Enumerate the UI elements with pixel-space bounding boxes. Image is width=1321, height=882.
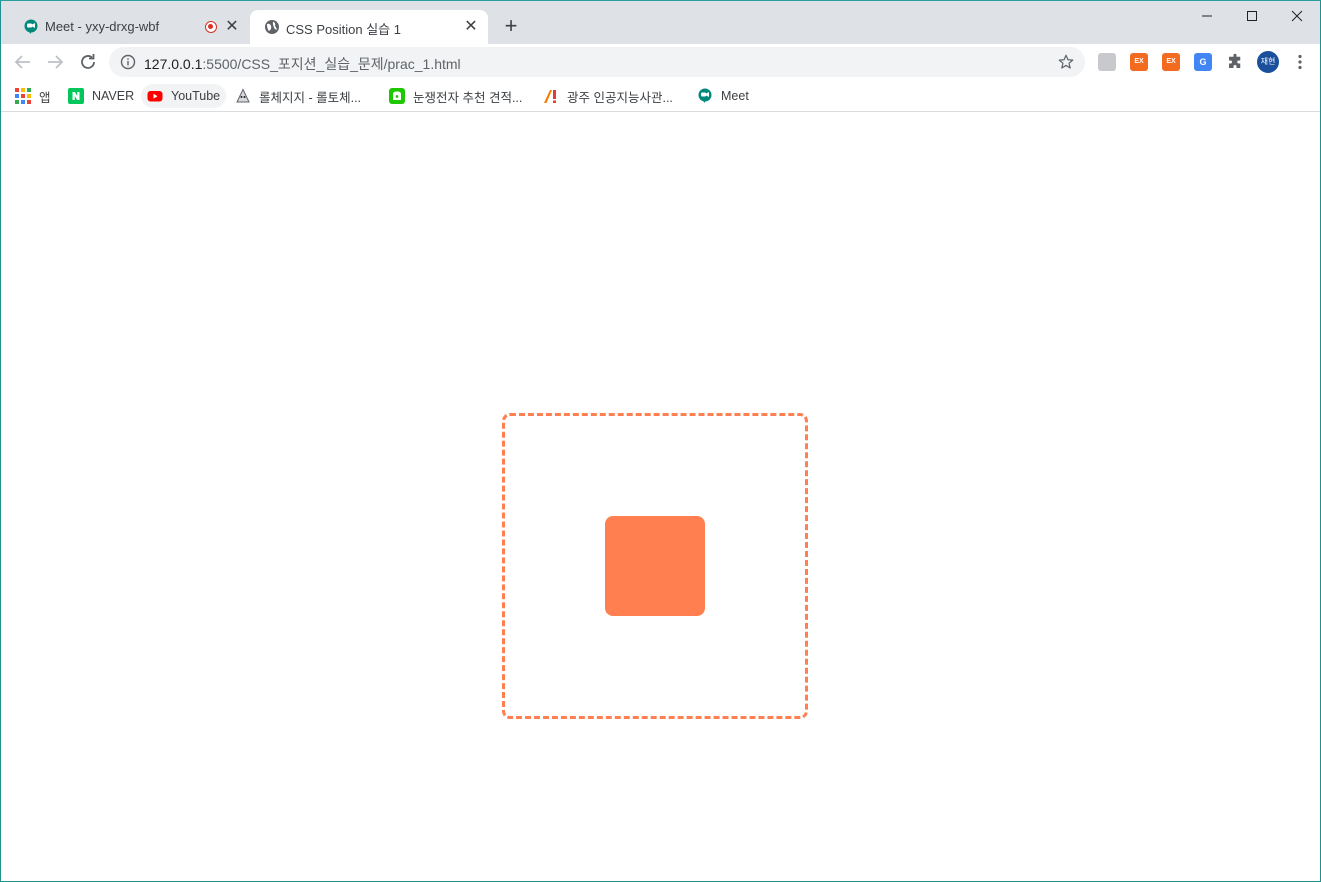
profile-avatar[interactable]: 재현 [1257,51,1279,73]
page-viewport [1,113,1320,881]
minimize-icon[interactable] [1198,6,1218,26]
address-bar[interactable]: 127.0.0.1:5500/CSS_포지션_실습_문제/prac_1.html [109,47,1085,77]
url-host: 127.0.0.1 [144,56,203,72]
url-text: 127.0.0.1:5500/CSS_포지션_실습_문제/prac_1.html [144,54,461,74]
tab-close-button[interactable]: ✕ [462,18,480,36]
outer-dashed-box [502,413,808,719]
translate-extension-icon[interactable]: G [1194,53,1212,71]
bookmarks-bar: 앱 NAVER YouTube 롤체지지 - 롤토체... 눈쟁전자 추천 견적… [1,80,1320,112]
recording-indicator-icon [205,21,217,33]
bookmark-label: YouTube [171,89,221,103]
bookmark-meet[interactable]: Meet [697,84,749,108]
bookmark-lolchess[interactable]: 롤체지지 - 롤토체... [235,84,361,108]
extension-ex-icon[interactable]: EX [1130,53,1148,71]
extension-ex-icon[interactable]: EX [1162,53,1180,71]
forward-arrow-icon[interactable] [43,50,67,74]
bookmark-naver[interactable]: NAVER [68,84,134,108]
bookmark-label: Meet [721,89,749,103]
globe-icon [265,20,279,34]
tab-title: Meet - yxy-drxg-wbf [45,19,160,34]
bookmark-ai-academy[interactable]: 광주 인공지능사관... [543,84,673,108]
back-arrow-icon[interactable] [11,50,35,74]
browser-toolbar: 127.0.0.1:5500/CSS_포지션_실습_문제/prac_1.html… [1,44,1320,80]
tab-css-position[interactable]: CSS Position 실습 1 ✕ [250,10,488,44]
meet-icon [698,88,712,103]
bookmark-label: 앱 [39,90,51,105]
new-tab-button[interactable]: + [500,15,522,37]
site-info-icon[interactable] [120,54,136,70]
meet-icon [24,19,38,34]
bookmark-apps[interactable]: 앱 [15,84,51,108]
tab-close-button[interactable]: ✕ [223,18,241,36]
bookmark-label: 광주 인공지능사관... [567,90,673,105]
bookmark-shop[interactable]: 눈쟁전자 추천 견적... [389,84,522,108]
bookmark-label: 롤체지지 - 롤토체... [259,90,362,105]
ai-academy-icon [544,90,556,103]
lolchess-icon [236,88,250,103]
tab-title: CSS Position 실습 1 [286,22,401,37]
youtube-icon [147,91,163,102]
inner-orange-box [605,516,705,616]
window-close-icon[interactable] [1288,6,1308,26]
tab-strip: Meet - yxy-drxg-wbf ✕ CSS Position 실습 1 … [1,1,1320,44]
extension-profile-icon[interactable] [1098,53,1116,71]
bookmark-youtube[interactable]: YouTube [141,84,227,108]
bookmark-star-icon[interactable] [1057,53,1075,71]
bookmark-label: NAVER [92,89,135,103]
naver-icon [68,88,84,104]
reload-icon[interactable] [76,50,100,74]
apps-grid-icon [15,88,31,104]
more-menu-icon[interactable] [1291,53,1309,71]
extensions-puzzle-icon[interactable] [1226,53,1244,71]
maximize-icon[interactable] [1244,6,1264,26]
bookmark-label: 눈쟁전자 추천 견적... [413,90,523,105]
tab-meet[interactable]: Meet - yxy-drxg-wbf ✕ [9,10,249,44]
shop-icon [389,88,405,104]
url-path: :5500/CSS_포지션_실습_문제/prac_1.html [202,56,461,72]
browser-window: Meet - yxy-drxg-wbf ✕ CSS Position 실습 1 … [0,0,1321,882]
